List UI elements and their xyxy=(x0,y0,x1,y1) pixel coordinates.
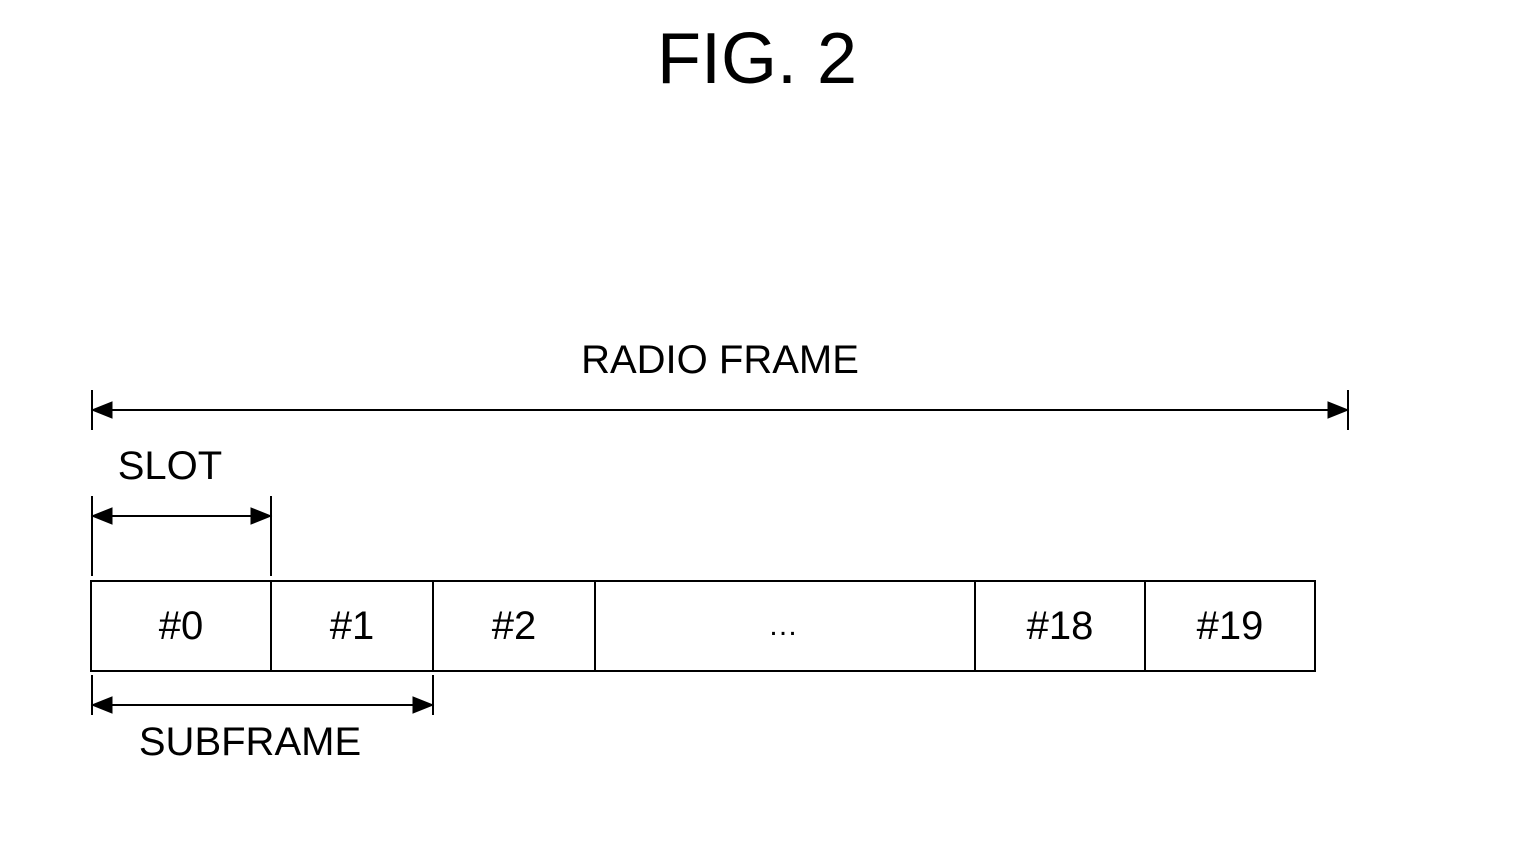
figure-title: FIG. 2 xyxy=(0,18,1514,100)
subframe-arrow xyxy=(90,675,440,725)
slot-cell-19: #19 xyxy=(1146,582,1316,670)
subframe-label: SUBFRAME xyxy=(90,720,410,765)
slot-cell-0: #0 xyxy=(92,582,272,670)
slot-cell-18: #18 xyxy=(976,582,1146,670)
slot-label: SLOT xyxy=(90,444,250,489)
slots-row: #0 #1 #2 … #18 #19 xyxy=(90,580,1316,672)
radio-frame-arrow xyxy=(90,390,1350,440)
slot-cell-1: #1 xyxy=(272,582,434,670)
radio-frame-label: RADIO FRAME xyxy=(90,338,1350,383)
slot-arrow xyxy=(90,496,280,576)
slot-cell-2: #2 xyxy=(434,582,596,670)
slot-cell-dots: … xyxy=(596,582,976,670)
